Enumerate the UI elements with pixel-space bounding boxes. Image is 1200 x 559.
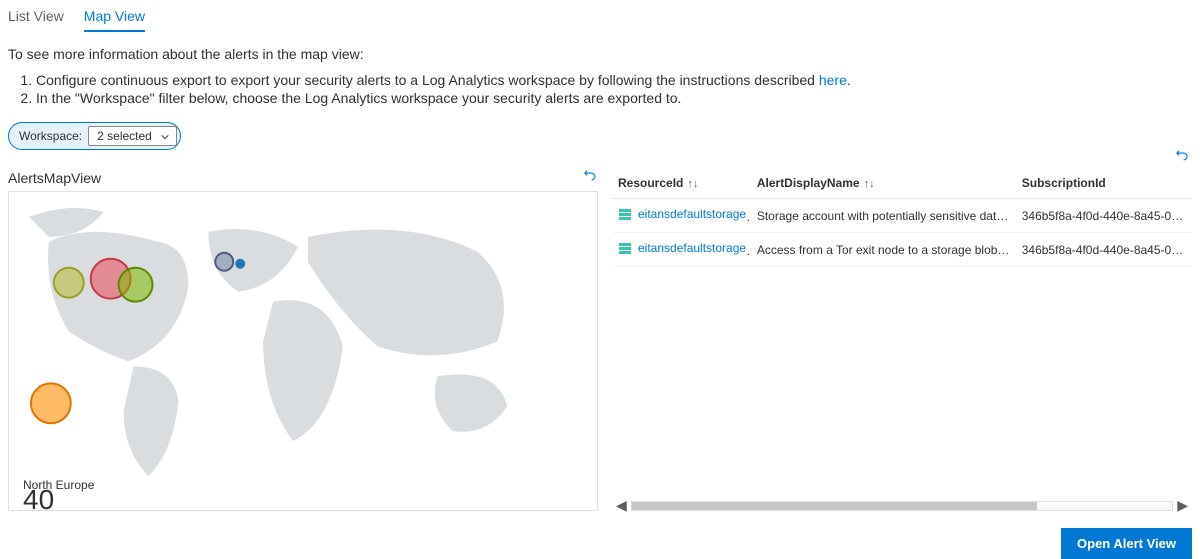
instructions-link[interactable]: here xyxy=(819,72,847,88)
tab-list-view[interactable]: List View xyxy=(8,4,64,32)
resource-link[interactable]: eitansdefaultstorage xyxy=(618,241,746,255)
map-region-count: 40 xyxy=(23,484,54,511)
tab-map-view[interactable]: Map View xyxy=(84,4,145,32)
map-bubble[interactable] xyxy=(235,259,245,269)
instruction-step-1: Configure continuous export to export yo… xyxy=(36,72,1192,88)
open-alert-view-button[interactable]: Open Alert View xyxy=(1061,528,1192,559)
map-bubble[interactable] xyxy=(215,253,233,271)
storage-icon xyxy=(618,241,632,255)
map-panel-title: AlertsMapView xyxy=(8,170,101,186)
cell-subscriptionid: 346b5f8a-4f0d-440e-8a45-0c0b5 xyxy=(1016,233,1192,267)
intro-text: To see more information about the alerts… xyxy=(8,46,1192,62)
instruction-step-2: In the "Workspace" filter below, choose … xyxy=(36,90,1192,106)
sort-icon[interactable]: ↑↓ xyxy=(864,178,875,190)
view-tabs: List View Map View xyxy=(8,4,1192,32)
cell-alertdisplayname: Access from a Tor exit node to a storage… xyxy=(751,233,1016,267)
table-row[interactable]: eitansdefaultstorage Access from a Tor e… xyxy=(612,233,1192,267)
instruction-list: Configure continuous export to export yo… xyxy=(36,72,1192,106)
column-header-resourceid[interactable]: ResourceId↑↓ xyxy=(612,168,751,199)
sort-icon[interactable]: ↑↓ xyxy=(687,178,698,190)
storage-icon xyxy=(618,207,632,221)
undo-icon[interactable] xyxy=(582,168,598,187)
horizontal-scrollbar[interactable]: ◀ ▶ xyxy=(612,497,1192,514)
map-bubble[interactable] xyxy=(54,268,84,298)
scroll-left-icon[interactable]: ◀ xyxy=(612,497,631,514)
map-bubble[interactable] xyxy=(31,383,71,423)
column-header-subscriptionid[interactable]: SubscriptionId xyxy=(1016,168,1192,199)
cell-alertdisplayname: Storage account with potentially sensiti… xyxy=(751,199,1016,233)
alerts-map[interactable]: North Europe 40 xyxy=(8,191,598,511)
cell-subscriptionid: 346b5f8a-4f0d-440e-8a45-0c0b5 xyxy=(1016,199,1192,233)
workspace-filter-label: Workspace: xyxy=(19,129,82,143)
world-map-svg xyxy=(9,192,597,511)
workspace-filter[interactable]: Workspace: 2 selected xyxy=(8,122,181,150)
scroll-track[interactable] xyxy=(631,501,1173,511)
map-bubble[interactable] xyxy=(119,268,153,302)
resource-link[interactable]: eitansdefaultstorage xyxy=(618,207,746,221)
workspace-filter-value[interactable]: 2 selected xyxy=(88,126,177,146)
table-row[interactable]: eitansdefaultstorage Storage account wit… xyxy=(612,199,1192,233)
chevron-down-icon xyxy=(160,131,170,141)
scroll-thumb[interactable] xyxy=(632,502,1037,510)
undo-icon[interactable] xyxy=(1174,148,1190,167)
column-header-alertdisplayname[interactable]: AlertDisplayName↑↓ xyxy=(751,168,1016,199)
scroll-right-icon[interactable]: ▶ xyxy=(1173,497,1192,514)
alerts-table: ResourceId↑↓ AlertDisplayName↑↓ Subscrip… xyxy=(612,168,1192,267)
